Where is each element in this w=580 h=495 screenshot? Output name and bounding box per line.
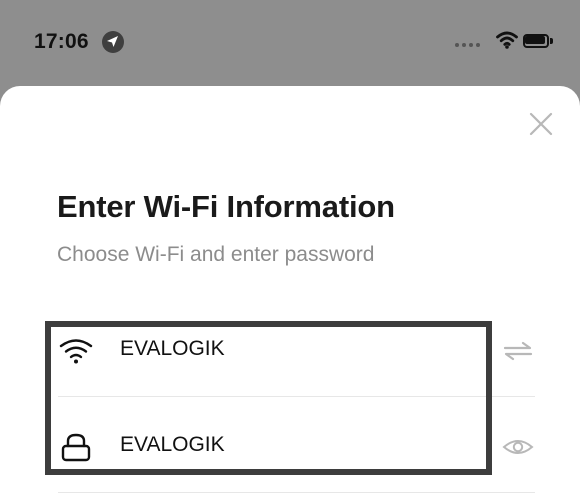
switch-network-button[interactable] [502, 338, 534, 364]
wifi-setup-screen: 17:06 Enter Wi-Fi Information Choose Wi-… [0, 0, 580, 495]
swap-arrows-icon [503, 341, 533, 361]
wifi-ssid-value: EVALOGIK [120, 337, 225, 360]
status-time: 17:06 [34, 30, 89, 53]
close-icon [529, 112, 553, 136]
status-bar: 17:06 [0, 0, 580, 84]
row-divider [58, 396, 535, 397]
close-button[interactable] [523, 106, 559, 142]
row-divider [58, 492, 535, 493]
wifi-icon [59, 339, 93, 364]
password-value: EVALOGIK [120, 433, 225, 456]
page-subtitle: Choose Wi-Fi and enter password [57, 243, 375, 266]
battery-icon [523, 34, 555, 50]
toggle-password-visibility-button[interactable] [502, 434, 534, 460]
lock-icon [61, 433, 91, 462]
cellular-signal-icon [455, 43, 489, 49]
page-title: Enter Wi-Fi Information [57, 189, 395, 224]
password-row[interactable]: EVALOGIK [58, 416, 534, 478]
eye-icon [502, 440, 534, 454]
wifi-status-icon [496, 31, 518, 49]
wifi-network-row[interactable]: EVALOGIK [58, 320, 533, 382]
location-icon [102, 31, 124, 53]
